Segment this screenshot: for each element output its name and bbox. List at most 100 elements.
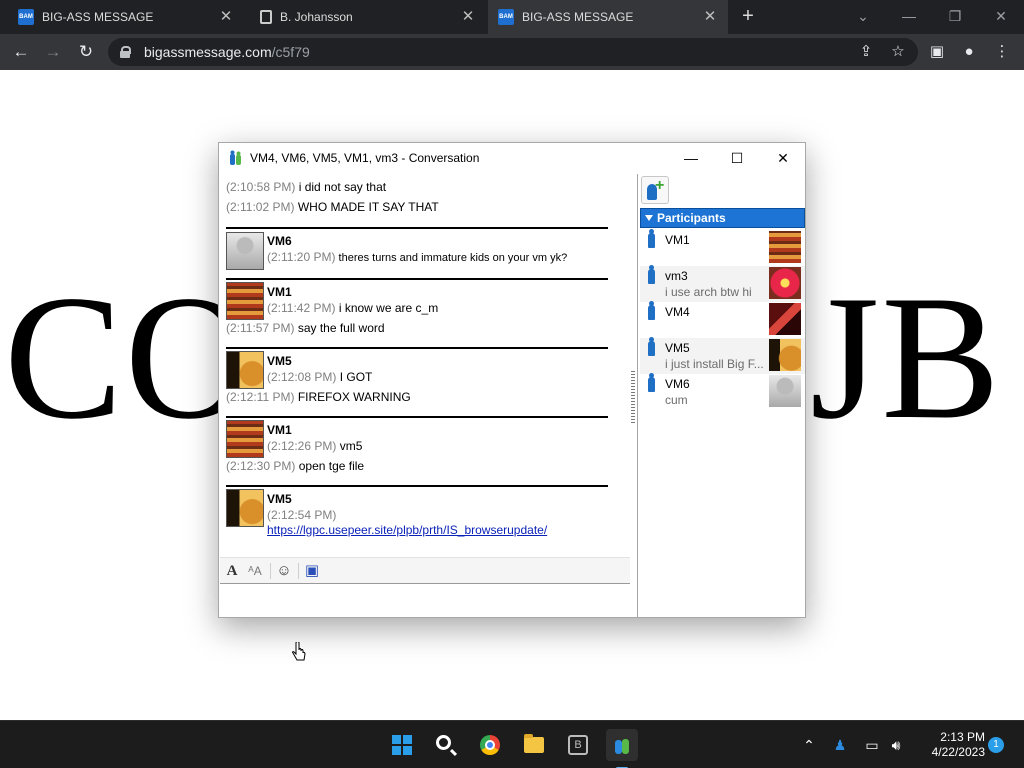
add-participant-button[interactable]: +: [641, 176, 669, 204]
participant-name: vm3: [665, 269, 688, 283]
avatar-vm1[interactable]: [226, 420, 264, 458]
message-separator: [226, 278, 608, 280]
toolbar-divider: [270, 563, 271, 579]
participant-vm3[interactable]: vm3 i use arch btw hi: [640, 265, 805, 302]
timestamp: (2:11:42 PM): [267, 301, 336, 315]
lock-icon[interactable]: [120, 46, 131, 58]
participant-vm6[interactable]: VM6 cum: [640, 373, 805, 410]
message-link[interactable]: https://lgpc.usepeer.site/plpb/prth/IS_b…: [267, 523, 547, 537]
message-separator: [226, 227, 608, 229]
participant-name: VM4: [665, 305, 690, 319]
volume-icon[interactable]: 🔊︎: [886, 735, 906, 755]
tab-title: BIG-ASS MESSAGE: [522, 10, 634, 24]
message-input[interactable]: [220, 583, 630, 617]
message-line: (2:11:02 PM) WHO MADE IT SAY THAT: [226, 200, 439, 214]
participant-vm1[interactable]: VM1: [640, 229, 805, 266]
browser-toolbar: ← → ↻ bigassmessage.com/c5f79 ⇪ ☆ ▣ ● ⋮: [0, 34, 1024, 70]
tab-search-chevron-icon[interactable]: ⌄: [852, 5, 874, 27]
side-panel-icon[interactable]: ▣: [926, 41, 948, 63]
window-titlebar[interactable]: VM4, VM6, VM5, VM1, vm3 - Conversation —…: [219, 143, 805, 173]
close-window-icon[interactable]: ✕: [772, 147, 794, 169]
message-text: i know we are c_m: [338, 301, 439, 315]
avatar-vm5[interactable]: [226, 489, 264, 527]
message-line: (2:12:54 PM): [267, 508, 336, 522]
message-line: (2:11:20 PM) theres turns and immature k…: [267, 250, 567, 264]
close-tab-icon[interactable]: ✕: [218, 9, 234, 25]
forward-arrow-icon[interactable]: →: [42, 41, 64, 63]
notification-badge[interactable]: 1: [988, 737, 1004, 753]
timestamp: (2:10:58 PM): [226, 180, 296, 194]
pane-splitter-grip[interactable]: [631, 369, 635, 423]
font-icon[interactable]: A: [222, 561, 242, 581]
clock[interactable]: 2:13 PM 4/22/2023: [915, 730, 985, 760]
chrome-icon: [480, 735, 500, 755]
bam-favicon-icon: BAM: [498, 9, 514, 25]
message-text: say the full word: [297, 321, 385, 335]
new-tab-button[interactable]: +: [737, 5, 759, 27]
participant-avatar: [769, 267, 801, 299]
messenger-tray-icon[interactable]: ♟: [830, 735, 850, 755]
plus-icon: +: [655, 177, 665, 194]
timestamp: (2:12:30 PM): [226, 459, 296, 473]
search-button[interactable]: [430, 729, 462, 761]
conversation-window: VM4, VM6, VM5, VM1, vm3 - Conversation —…: [218, 142, 806, 618]
page-big-text-right: JB: [810, 258, 1002, 456]
message-text: FIREFOX WARNING: [297, 390, 411, 404]
close-tab-icon[interactable]: ✕: [460, 9, 476, 25]
buddy-icon: [648, 373, 655, 392]
participants-header[interactable]: Participants: [640, 208, 805, 228]
messenger-taskbar-button[interactable]: [606, 729, 638, 768]
chrome-taskbar-button[interactable]: [474, 729, 506, 761]
address-bar[interactable]: bigassmessage.com/c5f79: [108, 38, 918, 66]
message-separator: [226, 347, 608, 349]
message-line: (2:11:42 PM) i know we are c_m: [267, 301, 438, 315]
profile-icon[interactable]: ●: [958, 41, 980, 63]
message-text: I GOT: [339, 370, 373, 384]
font-style-icon[interactable]: ᴬA: [245, 561, 265, 581]
app-taskbar-button[interactable]: B: [562, 729, 594, 761]
participant-vm4[interactable]: VM4: [640, 301, 805, 338]
message-text: open tge file: [298, 459, 365, 473]
app-frame-icon: B: [568, 735, 588, 755]
buddy-icon: [648, 337, 655, 356]
minimize-browser-icon[interactable]: —: [898, 5, 920, 27]
windows-logo-icon: [392, 735, 412, 755]
avatar-vm6[interactable]: [226, 232, 264, 270]
participant-vm5[interactable]: VM5 i just install Big F...: [640, 337, 805, 374]
message-text: vm5: [339, 439, 363, 453]
start-button[interactable]: [386, 729, 418, 761]
share-icon[interactable]: ⇪: [855, 41, 877, 63]
maximize-window-icon[interactable]: ☐: [726, 147, 748, 169]
network-icon[interactable]: ▭: [862, 735, 882, 755]
tab-b-johansson[interactable]: B. Johansson ✕: [250, 0, 486, 34]
bookmark-star-icon[interactable]: ☆: [887, 41, 909, 63]
tab-big-ass-message-2[interactable]: BAM BIG-ASS MESSAGE ✕: [488, 0, 728, 34]
timestamp: (2:12:26 PM): [267, 439, 337, 453]
participant-avatar: [769, 375, 801, 407]
sender-name: VM1: [267, 285, 292, 299]
reload-icon[interactable]: ↻: [75, 41, 97, 63]
close-browser-icon[interactable]: ✕: [990, 5, 1012, 27]
participant-avatar: [769, 231, 801, 263]
messenger-app-icon: [230, 150, 241, 165]
toolbar-divider: [298, 563, 299, 579]
restore-browser-icon[interactable]: ❐: [944, 5, 966, 27]
save-icon[interactable]: ▣: [302, 561, 322, 581]
avatar-vm1[interactable]: [226, 282, 264, 320]
message-line: (2:12:08 PM) I GOT: [267, 370, 372, 384]
back-arrow-icon[interactable]: ←: [10, 41, 32, 63]
message-line: (2:12:30 PM) open tge file: [226, 459, 364, 473]
emoticon-icon[interactable]: ☺: [274, 561, 294, 581]
bam-favicon-icon: BAM: [18, 9, 34, 25]
chevron-up-icon[interactable]: ⌃: [799, 735, 819, 755]
close-tab-icon[interactable]: ✕: [702, 9, 718, 25]
participant-status: i use arch btw hi: [665, 285, 752, 299]
url-host: bigassmessage.com: [144, 44, 272, 60]
chat-history[interactable]: (2:10:58 PM) i did not say that (2:11:02…: [220, 174, 614, 552]
hand-cursor-icon: [292, 642, 306, 661]
file-explorer-button[interactable]: [518, 729, 550, 761]
more-menu-icon[interactable]: ⋮: [991, 41, 1013, 63]
tab-big-ass-message-1[interactable]: BAM BIG-ASS MESSAGE ✕: [8, 0, 244, 34]
minimize-window-icon[interactable]: —: [680, 147, 702, 169]
avatar-vm5[interactable]: [226, 351, 264, 389]
